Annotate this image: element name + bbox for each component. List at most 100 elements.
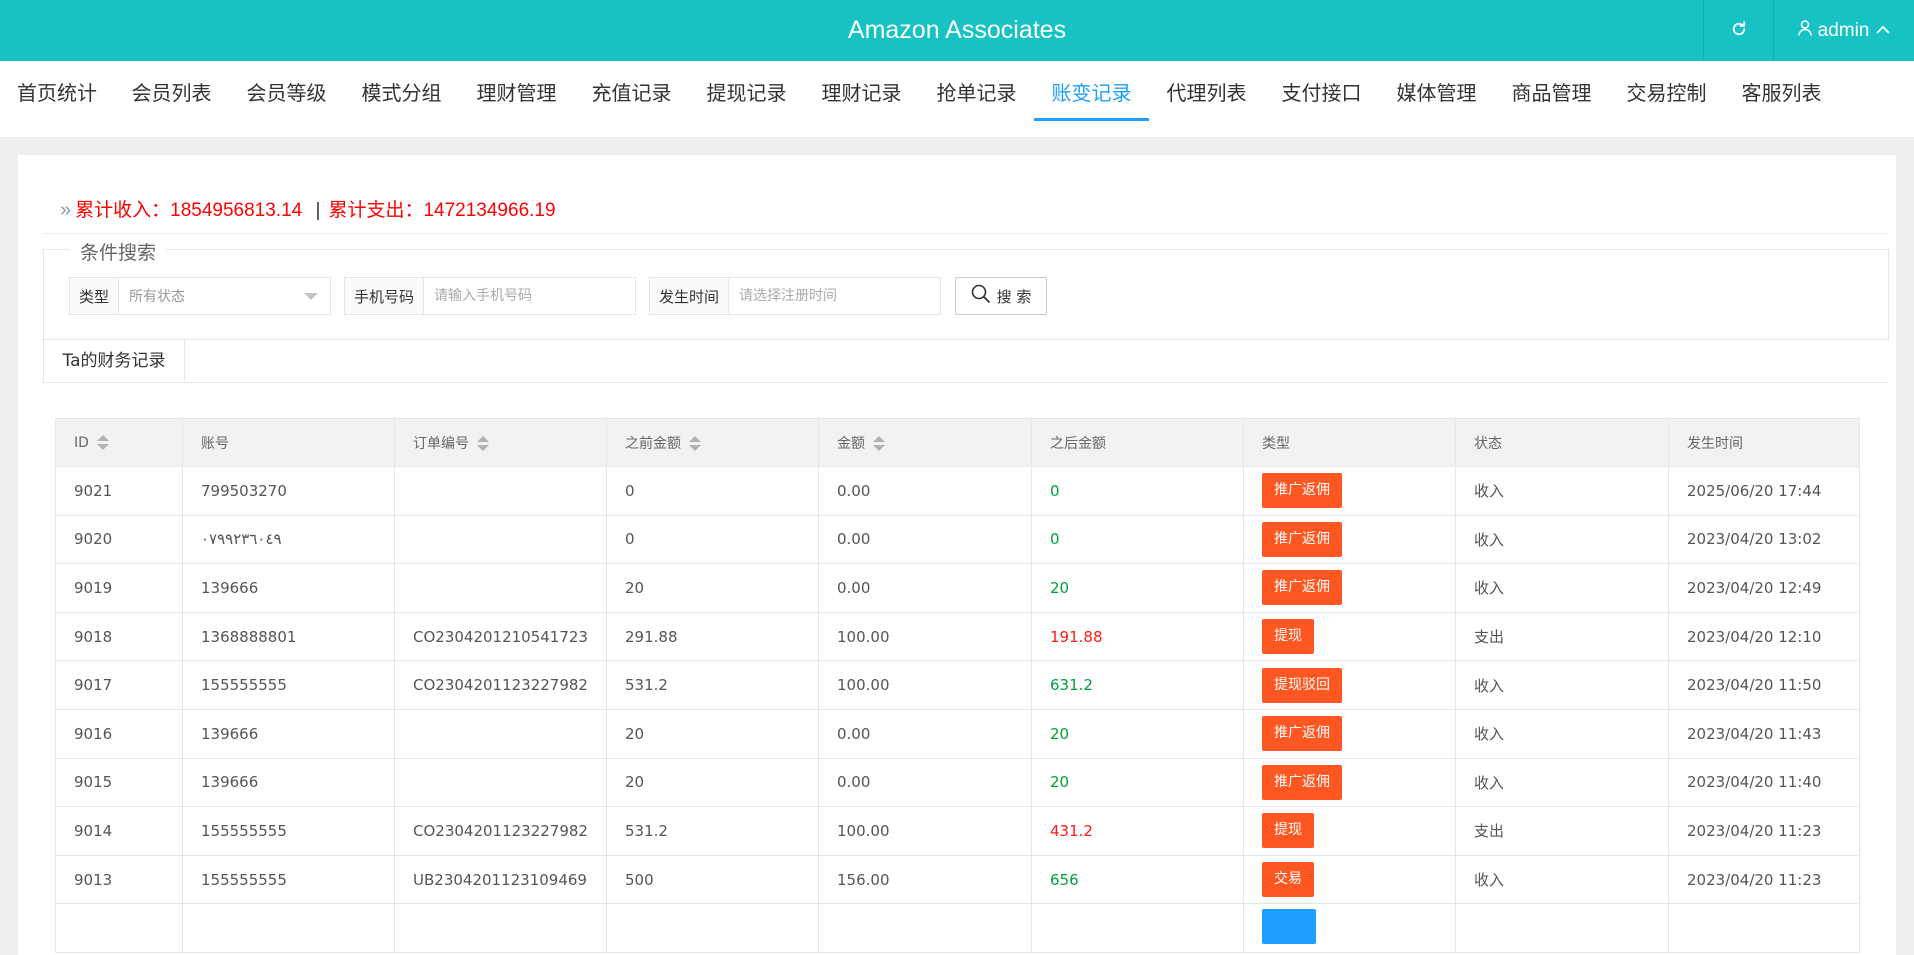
- cell-order-text: CO2304201123227982: [413, 676, 588, 695]
- sort-icon[interactable]: [477, 435, 489, 452]
- table-row: 9013 155555555 UB2304201123109469 500 156.00…: [55, 854, 1860, 905]
- type-label: 类型: [70, 278, 120, 314]
- cell-account-text: 155555555: [201, 821, 287, 840]
- type-badge: 推广返佣: [1262, 521, 1342, 557]
- cell-status-text: 支出: [1474, 822, 1505, 841]
- type-badge: 提现驳回: [1262, 667, 1342, 703]
- cell-time-text: 2023/04/20 13:02: [1687, 530, 1822, 549]
- table-row: 9021 799503270 0 0.00 0 推广返佣 收入 2025/06/20 17:4…: [55, 466, 1860, 516]
- table-row: 9016 139666 20 0.00 20 推广返佣 收入 2023/04/20 11:43: [55, 708, 1860, 759]
- cell-id-text: 9017: [74, 676, 113, 695]
- nav-item-finance-management[interactable]: 理财管理: [459, 61, 574, 137]
- cell-before: [606, 903, 819, 953]
- nav-item-member-levels[interactable]: 会员等级: [229, 61, 344, 137]
- main-nav: 首页统计 会员列表 会员等级 模式分组 理财管理 充值记录 提现记录 理财记录 …: [0, 61, 1914, 137]
- nav-item-trade-control[interactable]: 交易控制: [1609, 61, 1724, 137]
- cell-time: 2023/04/20 11:40: [1668, 757, 1860, 808]
- nav-item-members[interactable]: 会员列表: [114, 61, 229, 137]
- column-header-account: 账号: [182, 418, 395, 467]
- sort-icon[interactable]: [689, 435, 701, 452]
- cell-amount: 100.00: [818, 611, 1032, 662]
- cell-amount-text: 100.00: [837, 821, 890, 840]
- cell-before: 531.2: [606, 660, 819, 710]
- cell-after: 20: [1031, 757, 1244, 808]
- nav-item-mode-groups[interactable]: 模式分组: [344, 61, 459, 137]
- column-header-order[interactable]: 订单编号: [394, 418, 607, 467]
- search-panel: 条件搜索 类型 所有状态 手机号码 发生时间 搜 索: [43, 238, 1889, 340]
- cell-status-text: 收入: [1474, 676, 1505, 695]
- column-header-before-amount[interactable]: 之前金额: [606, 418, 819, 467]
- cell-time-text: 2023/04/20 11:43: [1687, 724, 1822, 743]
- nav-item-withdraw-records[interactable]: 提现记录: [689, 61, 804, 137]
- cell-type: 提现: [1243, 611, 1456, 662]
- time-input[interactable]: [729, 278, 940, 314]
- cell-status: 收入: [1455, 660, 1669, 710]
- search-button[interactable]: 搜 索: [955, 277, 1047, 315]
- cell-id: 9020: [55, 514, 183, 565]
- nav-item-finance-records[interactable]: 理财记录: [804, 61, 919, 137]
- cell-id: 9013: [55, 854, 183, 905]
- cell-before: 0: [606, 514, 819, 565]
- tab-finance-records[interactable]: Ta的财务记录: [43, 340, 185, 382]
- cell-amount: 0.00: [818, 466, 1032, 516]
- nav-item-account-change-records[interactable]: 账变记录: [1034, 61, 1149, 137]
- cell-account-text: 155555555: [201, 870, 287, 889]
- cell-account: 1368888801: [182, 611, 395, 662]
- cell-after: 0: [1031, 514, 1244, 565]
- cell-amount: 0.00: [818, 708, 1032, 759]
- sort-icon[interactable]: [96, 434, 109, 451]
- type-badge: 推广返佣: [1262, 764, 1342, 800]
- caret-down-icon: [304, 292, 318, 300]
- income-label: 累计收入：: [75, 200, 171, 221]
- cell-id-text: 9018: [74, 627, 113, 646]
- cell-status: 支出: [1455, 611, 1669, 662]
- cell-status: 收入: [1455, 708, 1669, 759]
- user-icon: [1797, 19, 1812, 42]
- nav-item-agents[interactable]: 代理列表: [1149, 61, 1264, 137]
- nav-item-payment-interface[interactable]: 支付接口: [1264, 61, 1379, 137]
- cell-amount: 0.00: [818, 757, 1032, 808]
- cell-status-text: 收入: [1474, 773, 1505, 792]
- search-button-label: 搜 索: [996, 287, 1032, 306]
- cell-after-text: 20: [1050, 578, 1070, 597]
- nav-item-product-management[interactable]: 商品管理: [1494, 61, 1609, 137]
- cell-after-text: 191.88: [1050, 627, 1103, 646]
- type-select[interactable]: 类型 所有状态: [69, 277, 331, 315]
- cell-after-text: 20: [1050, 724, 1070, 743]
- table-row: 9014 155555555 CO2304201123227982 531.2 100.…: [55, 806, 1860, 856]
- refresh-button[interactable]: [1703, 0, 1774, 61]
- nav-item-customer-service[interactable]: 客服列表: [1724, 61, 1839, 137]
- cell-id: [55, 903, 183, 953]
- table-row: 9017 155555555 CO2304201123227982 531.2 100.…: [55, 660, 1860, 710]
- active-tab-indicator: [1034, 118, 1149, 121]
- cell-amount-text: 100.00: [837, 627, 890, 646]
- cell-order: CO2304201123227982: [394, 660, 607, 710]
- phone-label: 手机号码: [345, 278, 425, 314]
- sort-icon[interactable]: [873, 435, 885, 452]
- cell-amount-text: 0.00: [837, 773, 871, 792]
- cell-before-text: 0: [625, 530, 635, 549]
- cell-status-text: 收入: [1474, 579, 1505, 598]
- cell-time-text: 2023/04/20 11:40: [1687, 773, 1822, 792]
- table-row: [55, 903, 1860, 953]
- summary-separator: |: [315, 200, 321, 221]
- phone-input[interactable]: [424, 278, 635, 314]
- table-row: 9018 1368888801 CO2304201210541723 291.88 10…: [55, 611, 1860, 662]
- cell-type: 推广返佣: [1243, 563, 1456, 613]
- column-header-id[interactable]: ID: [55, 418, 183, 467]
- user-menu[interactable]: admin: [1773, 0, 1914, 61]
- cell-amount: [818, 903, 1032, 953]
- totals-summary: » 累计收入：1854956813.14 | 累计支出：1472134966.19: [60, 195, 556, 222]
- column-header-type: 类型: [1243, 418, 1456, 467]
- cell-time: 2023/04/20 11:50: [1668, 660, 1860, 710]
- nav-item-media-management[interactable]: 媒体管理: [1379, 61, 1494, 137]
- nav-item-dashboard[interactable]: 首页统计: [0, 61, 114, 137]
- search-icon: [971, 284, 991, 308]
- cell-time-text: 2025/06/20 17:44: [1687, 481, 1822, 500]
- expense-value: 1472134966.19: [423, 200, 556, 221]
- cell-account: 155555555: [182, 854, 395, 905]
- column-header-amount[interactable]: 金额: [818, 418, 1032, 467]
- nav-item-grab-order-records[interactable]: 抢单记录: [919, 61, 1034, 137]
- cell-before: 20: [606, 708, 819, 759]
- nav-item-recharge-records[interactable]: 充值记录: [574, 61, 689, 137]
